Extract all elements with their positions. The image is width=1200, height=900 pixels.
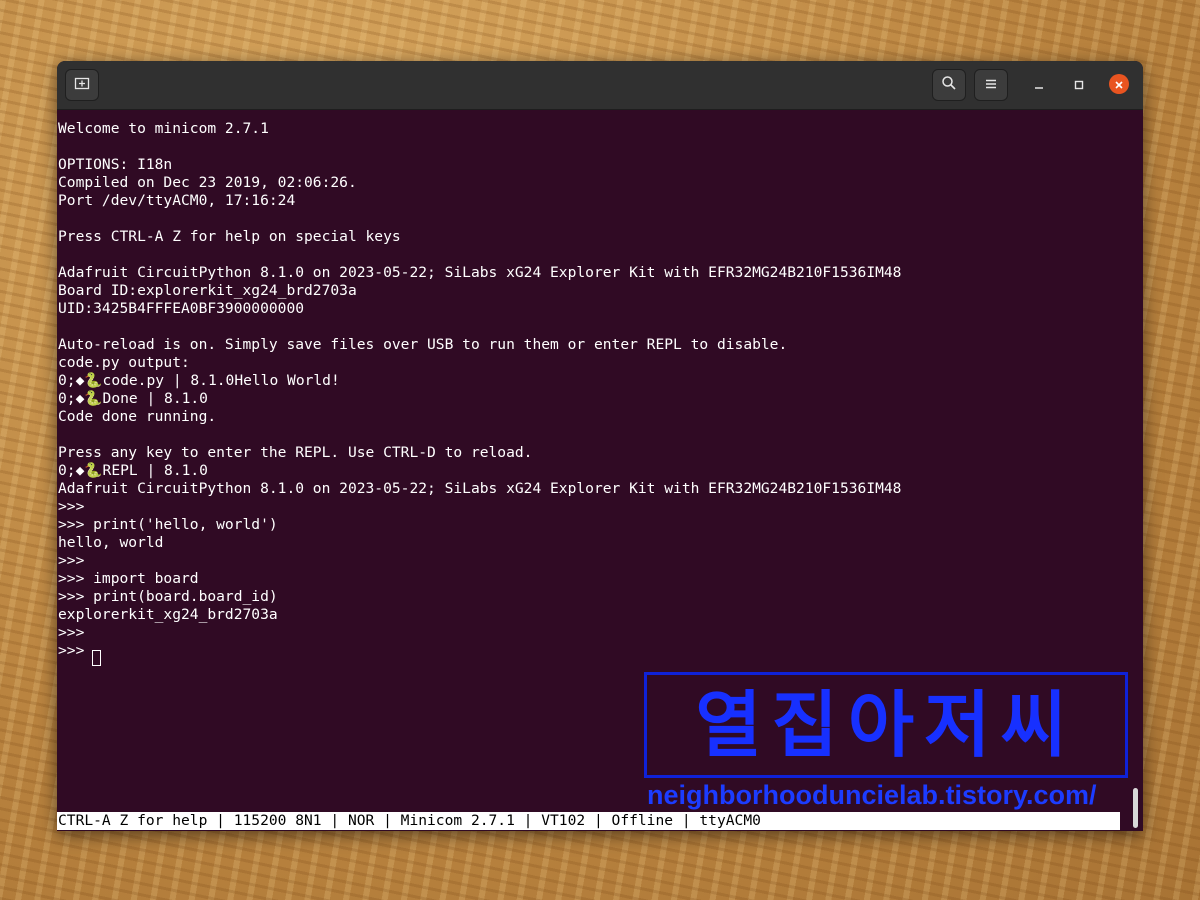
line-text: Press any key to enter the REPL. Use CTR… [58,444,533,461]
watermark-korean-text: 열집아저씨 [695,683,1077,767]
terminal-line: Welcome to minicom 2.7.1 [58,120,269,138]
terminal-line: >>> [58,624,84,642]
title-bar [57,61,1143,110]
line-text: Done | 8.1.0 [102,390,208,407]
terminal-line: >>> print('hello, world') [58,516,278,534]
line-text: Code done running. [58,408,217,425]
line-text: >>> [58,552,85,569]
snake-icon: 🐍 [84,462,103,479]
search-icon [941,75,957,95]
terminal-line: Adafruit CircuitPython 8.1.0 on 2023-05-… [58,480,901,498]
terminal-line: OPTIONS: I18n [58,156,172,174]
terminal-line: Press any key to enter the REPL. Use CTR… [58,444,532,462]
terminal-line: >>> [58,642,93,660]
terminal-line: Compiled on Dec 23 2019, 02:06:26. [58,174,357,192]
terminal-line: >>> print(board.board_id) [58,588,278,606]
scrollbar-thumb[interactable] [1133,788,1138,828]
line-prefix: 0;◆ [58,390,85,407]
terminal-line: Code done running. [58,408,216,426]
terminal-line: hello, world [58,534,163,552]
minimize-icon [1033,76,1045,95]
terminal-line: UID:3425B4FFFEA0BF3900000000 [58,300,304,318]
status-bar: CTRL-A Z for help | 115200 8N1 | NOR | M… [57,812,1120,830]
line-text: Welcome to minicom 2.7.1 [58,120,269,137]
maximize-button[interactable] [1067,73,1091,97]
terminal-line: 0;◆🐍Done | 8.1.0 [58,390,208,408]
terminal-line: code.py output: [58,354,190,372]
new-tab-icon [74,75,90,95]
terminal-window: Welcome to minicom 2.7.1 OPTIONS: I18n Com… [57,61,1143,831]
terminal-line: 0;◆🐍code.py | 8.1.0Hello World! [58,372,340,390]
line-text: >>> [58,498,85,515]
line-text: Press CTRL-A Z for help on special keys [58,228,401,245]
terminal-line: >>> import board [58,570,199,588]
watermark-logo: 열집아저씨 [644,672,1128,778]
terminal-line: Board ID:explorerkit_xg24_brd2703a [58,282,357,300]
snake-icon: 🐍 [84,390,103,407]
new-tab-button[interactable] [65,69,99,101]
terminal-cursor [92,650,101,666]
line-text: UID:3425B4FFFEA0BF3900000000 [58,300,305,317]
snake-icon: 🐍 [84,372,103,389]
terminal-line: explorerkit_xg24_brd2703a [58,606,278,624]
maximize-icon [1073,76,1085,95]
terminal-line: >>> [58,498,84,516]
line-text: Auto-reload is on. Simply save files ove… [58,336,788,353]
terminal-line: Adafruit CircuitPython 8.1.0 on 2023-05-… [58,264,901,282]
hamburger-menu-icon [984,76,998,95]
line-text: >>> import board [58,570,199,587]
terminal-line: >>> [58,552,84,570]
terminal-line: 0;◆🐍REPL | 8.1.0 [58,462,208,480]
line-text: Adafruit CircuitPython 8.1.0 on 2023-05-… [58,480,902,497]
line-text: code.py output: [58,354,190,371]
line-text: >>> print('hello, world') [58,516,278,533]
terminal-line: Auto-reload is on. Simply save files ove… [58,336,787,354]
line-text: hello, world [58,534,164,551]
line-text: code.py | 8.1.0Hello World! [102,372,340,389]
minimize-button[interactable] [1027,73,1051,97]
line-text: Adafruit CircuitPython 8.1.0 on 2023-05-… [58,264,902,281]
terminal-line: Port /dev/ttyACM0, 17:16:24 [58,192,295,210]
terminal-line: Press CTRL-A Z for help on special keys [58,228,401,246]
watermark-url: neighborhooduncielab.tistory.com/ [647,780,1097,810]
line-text: >>> [58,642,94,659]
line-prefix: 0;◆ [58,462,85,479]
line-text: explorerkit_xg24_brd2703a [58,606,278,623]
line-text: >>> [58,624,85,641]
line-text: Compiled on Dec 23 2019, 02:06:26. [58,174,357,191]
line-text: >>> print(board.board_id) [58,588,278,605]
line-text: Port /dev/ttyACM0, 17:16:24 [58,192,296,209]
search-button[interactable] [932,69,966,101]
close-icon [1114,75,1124,94]
line-text: OPTIONS: I18n [58,156,173,173]
menu-button[interactable] [974,69,1008,101]
line-text: REPL | 8.1.0 [102,462,208,479]
close-button[interactable] [1109,74,1129,94]
line-text: Board ID:explorerkit_xg24_brd2703a [58,282,357,299]
line-prefix: 0;◆ [58,372,85,389]
